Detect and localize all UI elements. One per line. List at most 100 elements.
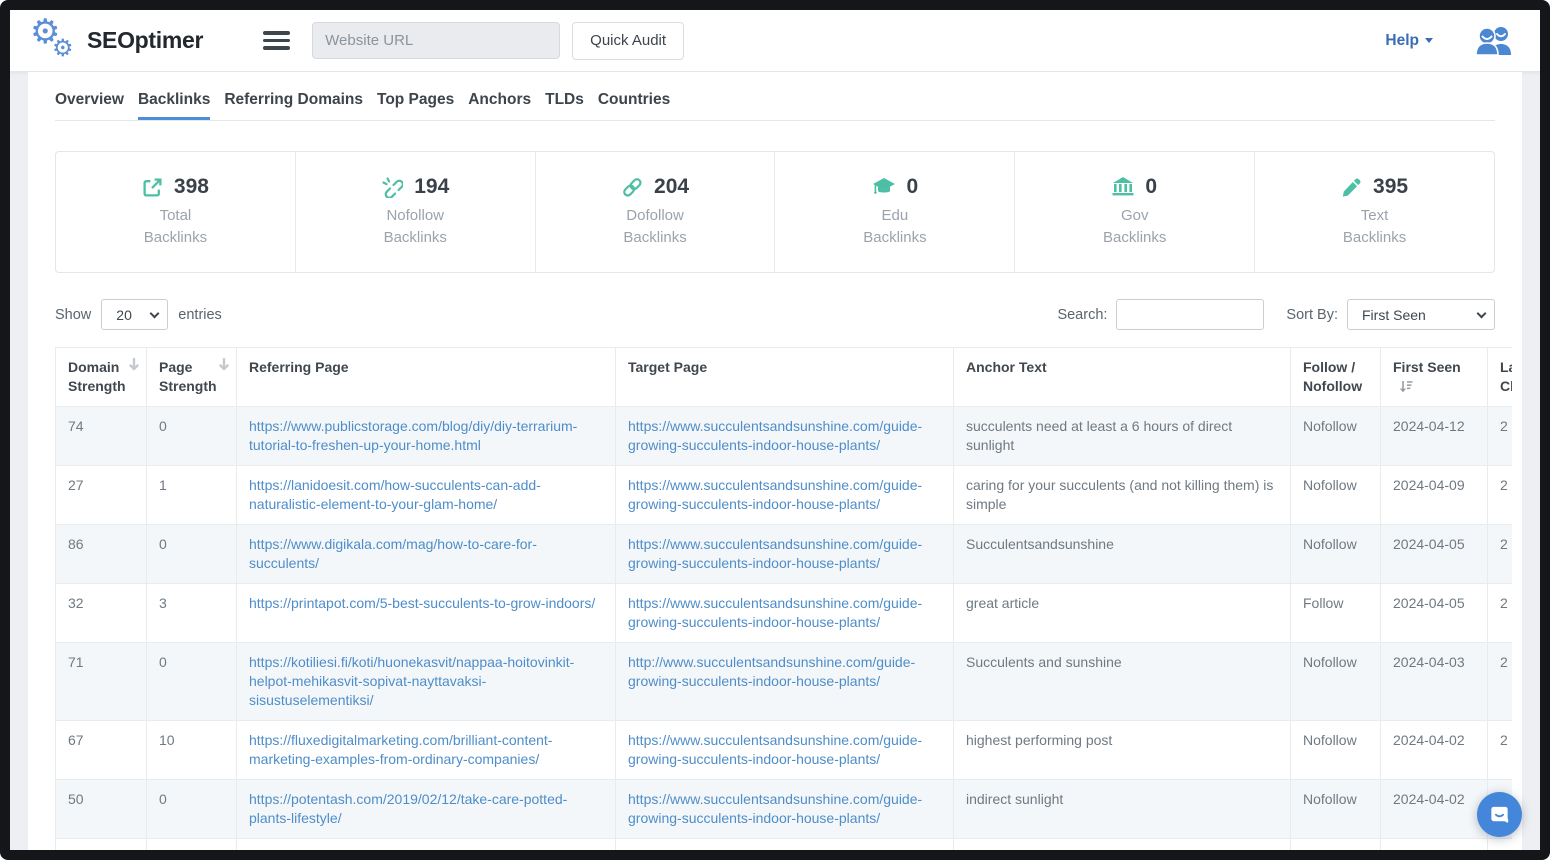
column-header-domain-strength[interactable]: Domain Strength [56, 348, 147, 407]
tab-referring-domains[interactable]: Referring Domains [224, 87, 363, 120]
broken-link-icon [381, 176, 403, 198]
show-entries-select[interactable]: 20 [101, 299, 168, 330]
brand-name: SEOptimer [87, 27, 203, 54]
report-panel: Overview Backlinks Referring Domains Top… [28, 72, 1522, 850]
stat-gov-backlinks: 0 GovBacklinks [1014, 152, 1254, 272]
target-page-link[interactable]: https://www.succulentsandsunshine.com/gu… [628, 595, 922, 630]
target-page-link[interactable]: https://www.succulentsandsunshine.com/gu… [628, 732, 922, 767]
anchor-text-cell: caring for your succulents (and not kill… [954, 466, 1291, 525]
referring-page-link[interactable]: https://www.publicstorage.com/blog/diy/d… [249, 418, 577, 453]
table-row: 32 3 https://printapot.com/5-best-succul… [56, 584, 1513, 643]
first-seen-cell: 2024-04-09 [1381, 466, 1488, 525]
anchor-text-cell: Succulents and sunshine [954, 643, 1291, 721]
follow-nofollow-cell: Nofollow [1291, 643, 1381, 721]
chat-bubble-icon [1488, 803, 1511, 826]
anchor-text-cell: great article [954, 584, 1291, 643]
last-checked-cell: 2 [1488, 721, 1513, 780]
follow-nofollow-cell: Nofollow [1291, 407, 1381, 466]
anchor-text-cell: Succulentsandsunshine [954, 525, 1291, 584]
target-page-link[interactable]: https://www.succulentsandsunshine.com/gu… [628, 536, 922, 571]
sort-by-select[interactable]: First Seen [1347, 299, 1495, 330]
domain-strength-cell: 71 [56, 643, 147, 721]
table-header-row: Domain Strength Page Strength [56, 348, 1513, 407]
sort-by-label: Sort By: [1286, 307, 1338, 323]
page-strength-cell: 3 [147, 584, 237, 643]
menu-icon[interactable] [263, 27, 290, 54]
stat-value: 0 [1145, 175, 1157, 199]
referring-page-cell: https://www.digikala.com/mag/how-to-care… [237, 525, 616, 584]
stat-nofollow-backlinks: 194 NofollowBacklinks [295, 152, 535, 272]
table-body: 74 0 https://www.publicstorage.com/blog/… [56, 407, 1513, 851]
tab-top-pages[interactable]: Top Pages [377, 87, 454, 120]
table-row: 67 10 https://fluxedigitalmarketing.com/… [56, 721, 1513, 780]
page-strength-cell: 0 [147, 407, 237, 466]
bank-icon [1112, 177, 1134, 198]
target-page-link[interactable]: https://www.succulentsandsunshine.com/gu… [628, 791, 922, 826]
target-page-cell: http://www.succulentsandsunshine.com/gui… [616, 643, 954, 721]
referring-page-link[interactable]: https://fluxedigitalmarketing.com/brilli… [249, 732, 552, 767]
link-icon [621, 176, 643, 198]
target-page-cell: https://www.succulentsandsunshine.com/gu… [616, 466, 954, 525]
column-header-page-strength[interactable]: Page Strength [147, 348, 237, 407]
page-strength-cell: 0 [147, 780, 237, 839]
column-header-last-checked: Last Checked [1488, 348, 1513, 407]
follow-nofollow-cell: Nofollow [1291, 466, 1381, 525]
domain-strength-cell: 67 [56, 721, 147, 780]
backlink-stats-panel: 398 TotalBacklinks 194 NofollowBacklinks [55, 151, 1495, 273]
backlinks-table: Domain Strength Page Strength [55, 347, 1512, 850]
brand-logo: ⚙ ⚙ SEOptimer [30, 17, 203, 65]
referring-page-link[interactable]: https://www.digikala.com/mag/how-to-care… [249, 536, 537, 571]
target-page-cell: https://www.succulentsandsunshine.com/gu… [616, 839, 954, 851]
table-row: 27 1 https://lanidoesit.com/how-succulen… [56, 466, 1513, 525]
referring-page-cell: https://potentash.com/2019/02/12/take-ca… [237, 780, 616, 839]
first-seen-cell: 2024-04-03 [1381, 643, 1488, 721]
tab-overview[interactable]: Overview [55, 87, 124, 120]
last-checked-cell: 2 [1488, 407, 1513, 466]
chat-widget-button[interactable] [1477, 792, 1522, 837]
quick-audit-button[interactable]: Quick Audit [572, 22, 684, 60]
referring-page-link[interactable]: https://potentash.com/2019/02/12/take-ca… [249, 791, 567, 826]
tab-countries[interactable]: Countries [598, 87, 670, 120]
target-page-link[interactable]: http://www.succulentsandsunshine.com/gui… [628, 654, 915, 689]
table-row: 50 0 https://potentash.com/2019/02/12/ta… [56, 780, 1513, 839]
page-strength-cell: 18 [147, 839, 237, 851]
report-tabs: Overview Backlinks Referring Domains Top… [55, 72, 1495, 121]
domain-strength-cell: 86 [56, 839, 147, 851]
first-seen-cell: 2024-04-02 [1381, 721, 1488, 780]
referring-page-cell: https://graziadaily.co.uk/life/home/look… [237, 839, 616, 851]
tab-anchors[interactable]: Anchors [468, 87, 531, 120]
referring-page-link[interactable]: https://kotiliesi.fi/koti/huonekasvit/na… [249, 654, 574, 708]
stat-value: 395 [1373, 175, 1408, 199]
referring-page-link[interactable]: https://lanidoesit.com/how-succulents-ca… [249, 477, 541, 512]
target-page-cell: https://www.succulentsandsunshine.com/gu… [616, 407, 954, 466]
stat-dofollow-backlinks: 204 DofollowBacklinks [535, 152, 775, 272]
referring-page-link[interactable]: https://printapot.com/5-best-succulents-… [249, 595, 595, 611]
table-controls: Show 20 entries Search: Sort By: First S… [55, 299, 1495, 330]
page-strength-cell: 0 [147, 525, 237, 584]
external-link-icon [142, 177, 163, 198]
stat-total-backlinks: 398 TotalBacklinks [56, 152, 295, 272]
users-icon[interactable] [1475, 26, 1512, 55]
tab-backlinks[interactable]: Backlinks [138, 87, 210, 120]
tab-tlds[interactable]: TLDs [545, 87, 584, 120]
help-menu[interactable]: Help [1385, 32, 1433, 50]
target-page-cell: https://www.succulentsandsunshine.com/gu… [616, 780, 954, 839]
first-seen-cell: 2024-04-12 [1381, 407, 1488, 466]
stat-text-backlinks: 395 TextBacklinks [1254, 152, 1494, 272]
target-page-link[interactable]: https://www.succulentsandsunshine.com/gu… [628, 477, 922, 512]
search-input[interactable] [1116, 299, 1264, 330]
table-row: 86 0 https://www.digikala.com/mag/how-to… [56, 525, 1513, 584]
last-checked-cell: 2 [1488, 643, 1513, 721]
first-seen-cell: 2024-04-02 [1381, 780, 1488, 839]
last-checked-cell: 2 [1488, 839, 1513, 851]
stat-value: 194 [414, 175, 449, 199]
website-url-input[interactable] [312, 22, 560, 59]
last-checked-cell: 2 [1488, 525, 1513, 584]
target-page-cell: https://www.succulentsandsunshine.com/gu… [616, 525, 954, 584]
column-header-follow-nofollow: Follow / Nofollow [1291, 348, 1381, 407]
first-seen-cell: 2024-04-05 [1381, 525, 1488, 584]
sort-descending-icon [218, 358, 230, 371]
column-header-first-seen[interactable]: First Seen [1381, 348, 1488, 407]
table-row: 86 18 https://graziadaily.co.uk/life/hom… [56, 839, 1513, 851]
target-page-link[interactable]: https://www.succulentsandsunshine.com/gu… [628, 418, 922, 453]
